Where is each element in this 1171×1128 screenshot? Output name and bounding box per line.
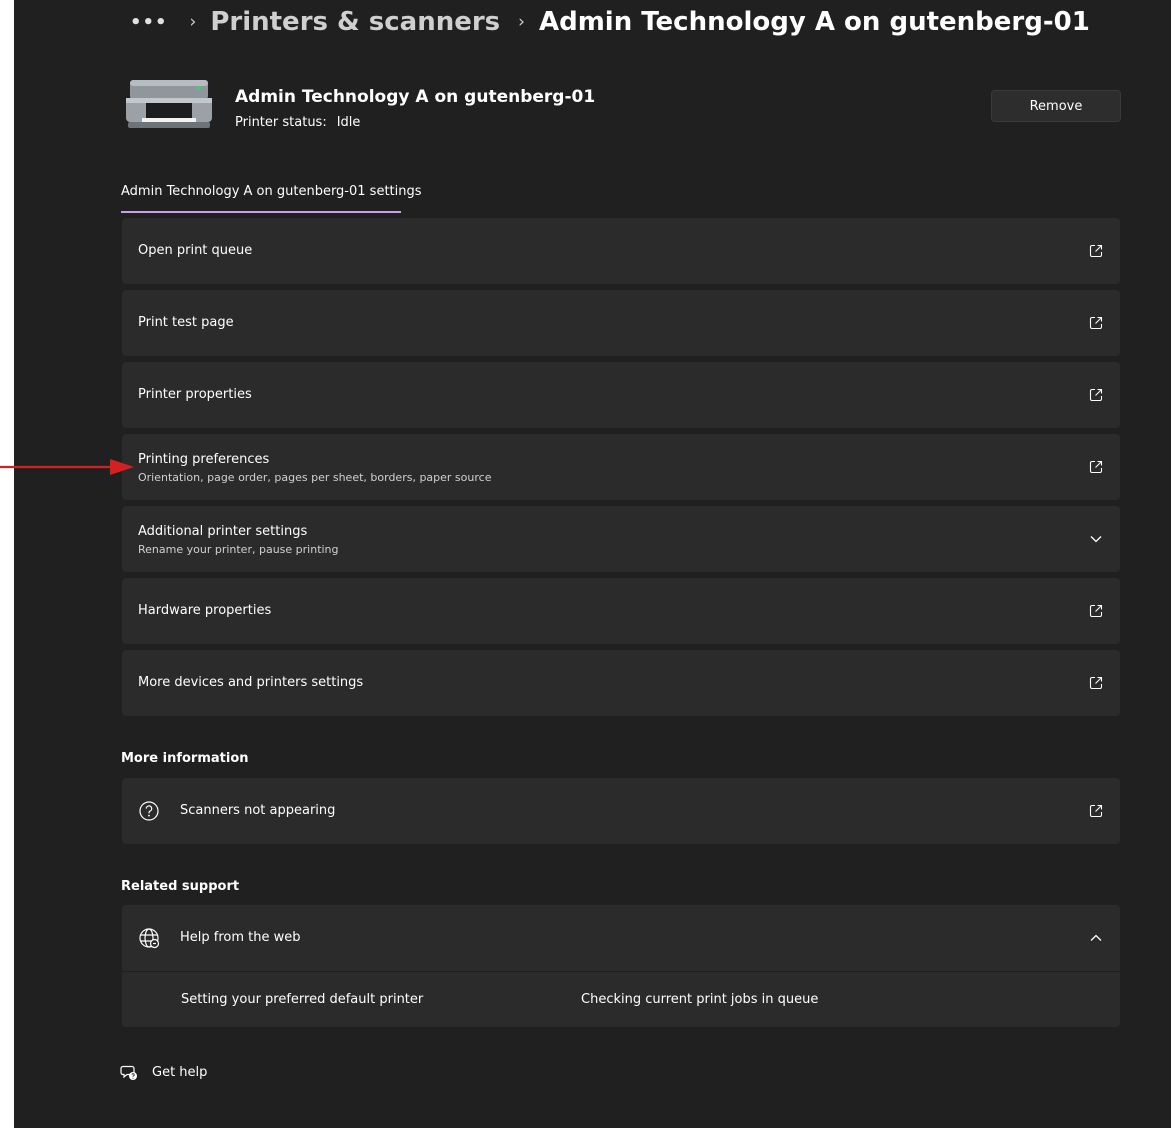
- page-title: Admin Technology A on gutenberg-01: [538, 7, 1090, 37]
- external-link-icon: [1089, 316, 1103, 330]
- external-link-icon: [1089, 604, 1103, 618]
- card-title: Open print queue: [138, 243, 253, 258]
- card-title: Scanners not appearing: [180, 803, 336, 818]
- divider: [122, 971, 1120, 972]
- card-subtitle: Rename your printer, pause printing: [138, 543, 339, 556]
- printer-status-label: Printer status:: [235, 115, 327, 130]
- chevron-right-icon: ›: [518, 12, 525, 32]
- question-circle-icon: [139, 801, 159, 821]
- help-link-default-printer[interactable]: Setting your preferred default printer: [181, 992, 423, 1007]
- more-information-heading: More information: [121, 751, 249, 766]
- settings-window: ••• › Printers & scanners › Admin Techno…: [14, 0, 1171, 1128]
- tab-selected-indicator: [121, 211, 401, 213]
- printing-preferences-card[interactable]: Printing preferences Orientation, page o…: [122, 434, 1120, 500]
- card-title: Additional printer settings: [138, 524, 308, 539]
- help-link-print-jobs-queue[interactable]: Checking current print jobs in queue: [581, 992, 818, 1007]
- external-link-icon: [1089, 804, 1103, 818]
- printer-status-value: Idle: [336, 115, 361, 130]
- print-test-page-card[interactable]: Print test page: [122, 290, 1120, 356]
- get-help-label: Get help: [152, 1064, 208, 1080]
- get-help-link[interactable]: Get help: [120, 1062, 207, 1082]
- breadcrumb-printers-link[interactable]: Printers & scanners: [210, 7, 500, 37]
- additional-printer-settings-card[interactable]: Additional printer settings Rename your …: [122, 506, 1120, 572]
- help-from-web-panel: Help from the web Setting your preferred…: [122, 905, 1120, 1027]
- breadcrumb: ••• › Printers & scanners › Admin Techno…: [126, 4, 1090, 40]
- help-chat-icon: [120, 1065, 137, 1080]
- more-devices-printers-settings-card[interactable]: More devices and printers settings: [122, 650, 1120, 716]
- help-from-web-header[interactable]: Help from the web: [122, 905, 1120, 971]
- card-title: Hardware properties: [138, 603, 272, 618]
- remove-button[interactable]: Remove: [991, 90, 1121, 122]
- external-link-icon: [1089, 388, 1103, 402]
- card-title: Help from the web: [180, 930, 301, 945]
- external-link-icon: [1089, 244, 1103, 258]
- card-subtitle: Orientation, page order, pages per sheet…: [138, 471, 492, 484]
- printer-icon: [126, 80, 212, 128]
- globe-icon: [139, 928, 160, 949]
- printer-name: Admin Technology A on gutenberg-01: [235, 87, 596, 107]
- annotation-arrow: [0, 459, 134, 475]
- external-link-icon: [1089, 460, 1103, 474]
- chevron-down-icon: [1090, 536, 1102, 543]
- external-link-icon: [1089, 676, 1103, 690]
- printer-status: Printer status: Idle: [235, 115, 360, 130]
- printer-header: Admin Technology A on gutenberg-01 Print…: [124, 76, 1121, 136]
- chevron-right-icon: ›: [189, 12, 197, 32]
- card-title: Print test page: [138, 315, 234, 330]
- related-support-heading: Related support: [121, 879, 240, 894]
- hardware-properties-card[interactable]: Hardware properties: [122, 578, 1120, 644]
- chevron-up-icon: [1090, 934, 1102, 941]
- open-print-queue-card[interactable]: Open print queue: [122, 218, 1120, 284]
- breadcrumb-overflow-button[interactable]: •••: [126, 12, 172, 33]
- scanners-not-appearing-card[interactable]: Scanners not appearing: [122, 778, 1120, 844]
- card-title: More devices and printers settings: [138, 675, 364, 690]
- printer-properties-card[interactable]: Printer properties: [122, 362, 1120, 428]
- tab-printer-settings[interactable]: Admin Technology A on gutenberg-01 setti…: [121, 184, 422, 199]
- card-title: Printing preferences: [138, 452, 270, 467]
- card-title: Printer properties: [138, 387, 252, 402]
